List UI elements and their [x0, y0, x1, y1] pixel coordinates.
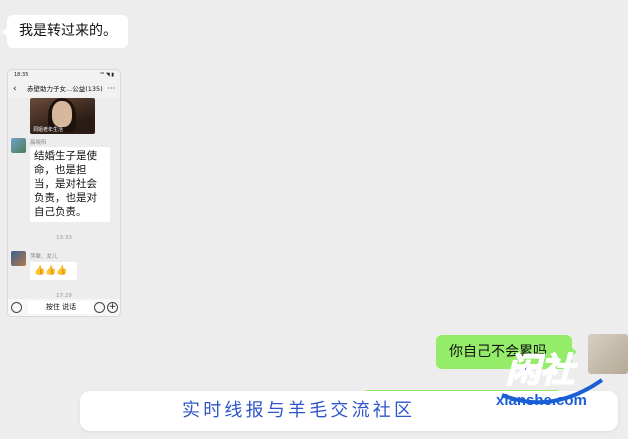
- forwarded-screenshot-image[interactable]: 18:35 ⁴ᴳ ◥ ▮ ‹ 赤壁助力子女...公益(135) ··· 洞姐老年…: [7, 69, 121, 317]
- logo-chinese-text: 闲社: [506, 351, 578, 391]
- thumbs-up-emoji: 👍👍👍: [34, 266, 68, 276]
- video-thumbnail: 洞姐老年生活: [30, 98, 95, 134]
- phone-chat-title: 赤壁助力子女...公益(135): [27, 85, 103, 93]
- voice-icon: [11, 302, 22, 313]
- hold-to-talk-button: 按住 说话: [28, 301, 94, 314]
- timestamp: 13:33: [56, 235, 72, 241]
- video-caption: 洞姐老年生活: [33, 127, 64, 133]
- emoji-icon: [94, 302, 105, 313]
- phone-message-bubble: 结婚生子是使命，也是担当，是对社会负责，也是对自己负责。: [30, 147, 110, 222]
- logo-url-text: xianshe.com: [496, 392, 587, 409]
- sender-name: 萍聚、女儿: [30, 254, 58, 260]
- more-icon: ···: [107, 84, 115, 93]
- phone-message-text: 结婚生子是使命，也是担当，是对社会负责，也是对自己负责。: [34, 150, 97, 218]
- back-arrow-icon: ‹: [13, 84, 17, 94]
- sender-name: 晨晓阳: [30, 140, 47, 146]
- phone-input-bar: 按住 说话 +: [8, 299, 120, 316]
- status-time: 18:35: [14, 72, 29, 78]
- banner-slogan: 实时线报与羊毛交流社区: [182, 400, 416, 421]
- avatar: [11, 251, 26, 266]
- avatar: [11, 138, 26, 153]
- status-icons: ⁴ᴳ ◥ ▮: [99, 72, 114, 78]
- incoming-message-bubble[interactable]: 我是转过来的。: [2, 15, 128, 48]
- phone-status-bar: 18:35 ⁴ᴳ ◥ ▮: [8, 70, 120, 80]
- plus-icon: +: [107, 302, 118, 313]
- message-text: 我是转过来的。: [19, 23, 117, 39]
- phone-message-bubble: 👍👍👍: [30, 262, 77, 280]
- person-face-shape: [52, 101, 72, 127]
- phone-chat-header: ‹ 赤壁助力子女...公益(135) ···: [8, 80, 120, 98]
